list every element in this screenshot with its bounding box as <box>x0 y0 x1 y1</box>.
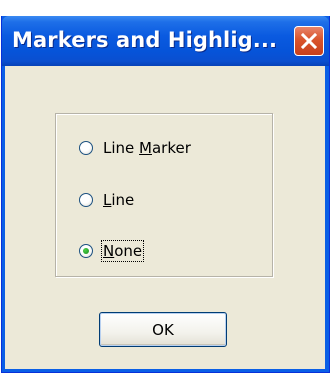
line-marker-radio[interactable] <box>79 141 93 155</box>
line-marker-label: Line Marker <box>103 139 191 157</box>
title-bar[interactable]: Markers and Highlig... <box>2 16 329 66</box>
option-line-marker[interactable]: Line Marker <box>79 137 191 159</box>
marker-options-group: Line Marker Line None <box>55 113 273 277</box>
close-icon <box>300 32 318 50</box>
none-radio[interactable] <box>79 244 93 258</box>
ok-button[interactable]: OK <box>99 312 227 347</box>
dialog-window: Markers and Highlig... Line Marker Line <box>1 16 330 373</box>
window-title: Markers and Highlig... <box>12 28 278 52</box>
screen: Markers and Highlig... Line Marker Line <box>0 0 334 373</box>
line-label: Line <box>103 191 135 209</box>
line-radio[interactable] <box>79 193 93 207</box>
option-line[interactable]: Line <box>79 189 134 211</box>
dialog-client-area: Line Marker Line None OK <box>5 66 325 369</box>
option-none[interactable]: None <box>79 240 145 262</box>
none-label: None <box>100 240 145 262</box>
close-button[interactable] <box>294 26 324 56</box>
